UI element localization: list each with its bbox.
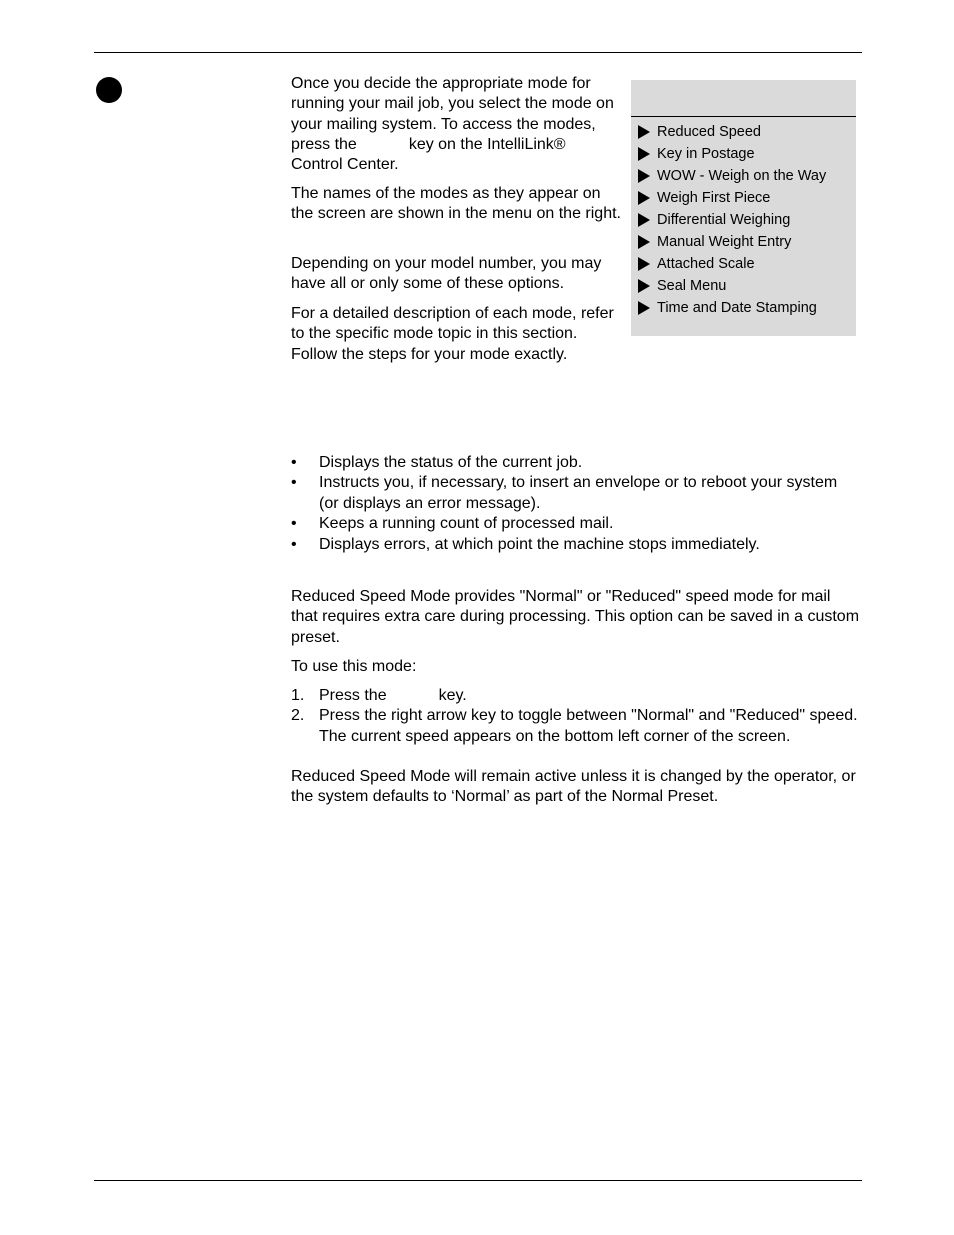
menu-item: Key in Postage: [638, 143, 856, 165]
triangle-right-icon: [638, 279, 650, 293]
section-marker-icon: [96, 77, 122, 103]
menu-item-label: Time and Date Stamping: [657, 300, 817, 316]
bullet-icon: •: [291, 515, 297, 533]
menu-item: Reduced Speed: [638, 121, 856, 143]
intro-paragraph-4: For a detailed description of each mode,…: [291, 305, 614, 363]
menu-item: Attached Scale: [638, 253, 856, 275]
intro-paragraph-3: Depending on your model number, you may …: [291, 255, 602, 293]
menu-item-label: Weigh First Piece: [657, 190, 771, 206]
intro-paragraph-1: Once you decide the appropriate mode for…: [291, 74, 621, 175]
menu-item: Weigh First Piece: [638, 187, 856, 209]
intro-paragraph-2: The names of the modes as they appear on…: [291, 185, 621, 223]
list-item-text: Instructs you, if necessary, to insert a…: [319, 474, 838, 512]
menu-header: [631, 80, 856, 117]
triangle-right-icon: [638, 235, 650, 249]
list-item: • Displays the status of the current job.: [291, 453, 861, 473]
footer-rule: [94, 1180, 862, 1181]
list-item-text: Keeps a running count of processed mail.: [319, 515, 614, 533]
step-2: 2. Press the right arrow key to toggle be…: [291, 706, 861, 747]
triangle-right-icon: [638, 301, 650, 315]
status-bullet-list: • Displays the status of the current job.…: [291, 453, 861, 555]
menu-item-label: Key in Postage: [657, 146, 755, 162]
triangle-right-icon: [638, 213, 650, 227]
triangle-right-icon: [638, 169, 650, 183]
step-1: 1. Press the key.: [291, 686, 861, 706]
triangle-right-icon: [638, 147, 650, 161]
triangle-right-icon: [638, 191, 650, 205]
bullet-icon: •: [291, 454, 297, 471]
menu-item-label: Seal Menu: [657, 278, 727, 294]
menu-item: WOW - Weigh on the Way: [638, 165, 856, 187]
step-text-b: key.: [438, 687, 467, 704]
menu-item: Differential Weighing: [638, 209, 856, 231]
list-item: • Displays errors, at which point the mac…: [291, 535, 861, 555]
steps-list: 1. Press the key. 2. Press the right arrow …: [291, 686, 861, 747]
triangle-right-icon: [638, 125, 650, 139]
bullet-icon: •: [291, 535, 297, 553]
list-item: • Keeps a running count of processed mail…: [291, 514, 861, 534]
list-item: • Instructs you, if necessary, to insert …: [291, 473, 861, 514]
step-number: 2.: [291, 707, 305, 725]
menu-item: Seal Menu: [638, 275, 856, 297]
menu-item-label: Attached Scale: [657, 256, 755, 272]
modes-menu-panel: Reduced Speed Key in Postage WOW - Weigh o…: [631, 80, 856, 336]
reduced-speed-description: Reduced Speed Mode provides "Normal" or …: [291, 588, 860, 646]
bullet-icon: •: [291, 474, 297, 492]
step-text: Press the right arrow key to toggle betw…: [319, 707, 858, 745]
modes-menu-list: Reduced Speed Key in Postage WOW - Weigh o…: [631, 117, 856, 319]
use-mode-intro: To use this mode:: [291, 658, 417, 675]
menu-item: Manual Weight Entry: [638, 231, 856, 253]
header-rule: [94, 52, 862, 53]
menu-item-label: Manual Weight Entry: [657, 234, 792, 250]
list-item-text: Displays the status of the current job.: [319, 454, 583, 471]
step-number: 1.: [291, 687, 305, 704]
menu-item: Time and Date Stamping: [638, 297, 856, 319]
list-item-text: Displays errors, at which point the mach…: [319, 535, 760, 553]
menu-item-label: Differential Weighing: [657, 212, 791, 228]
triangle-right-icon: [638, 257, 650, 271]
reduced-speed-note: Reduced Speed Mode will remain active un…: [291, 768, 856, 806]
menu-item-label: Reduced Speed: [657, 124, 761, 140]
menu-item-label: WOW - Weigh on the Way: [657, 168, 827, 184]
step-text-a: Press the: [319, 687, 387, 704]
